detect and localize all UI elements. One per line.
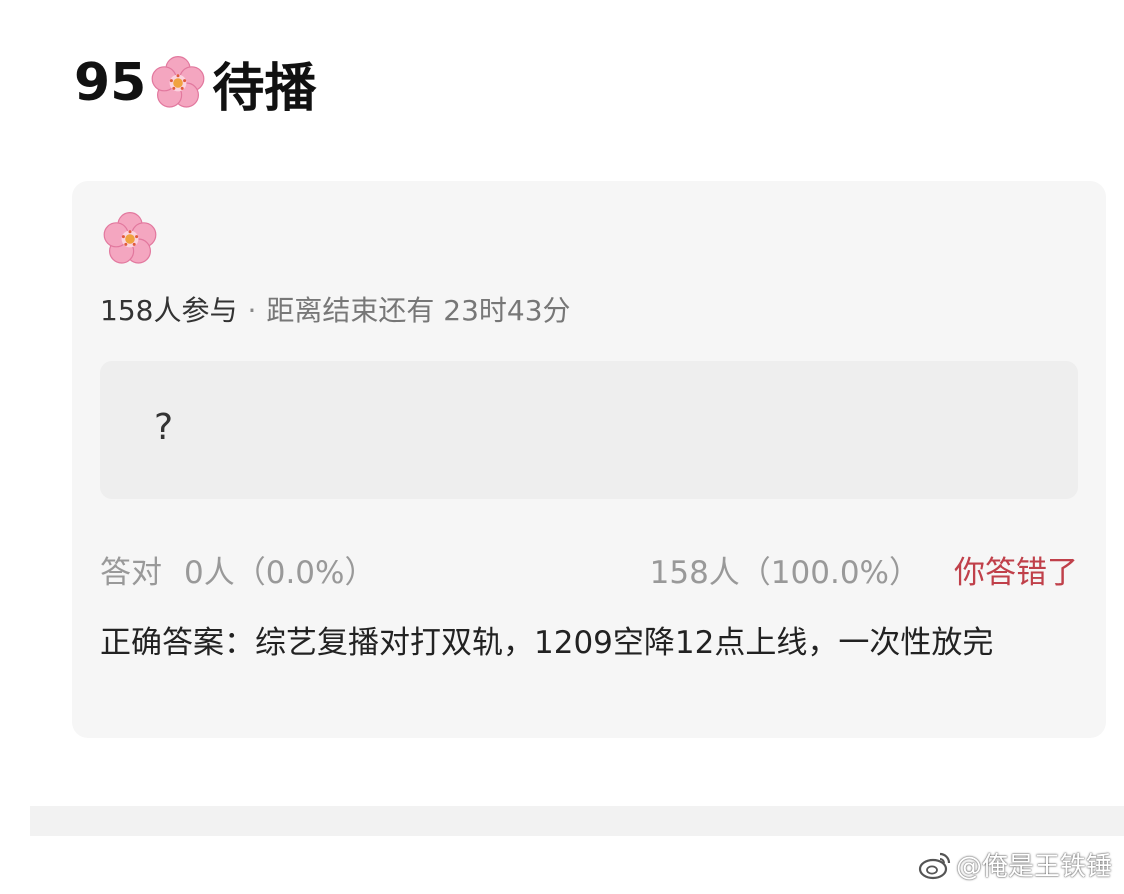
meta-separator: · <box>247 294 257 327</box>
wrong-count: 158人（100.0%） <box>649 555 920 591</box>
wrong-result: 158人（100.0%） 你答错了 <box>650 547 1078 592</box>
weibo-logo-icon <box>918 852 951 879</box>
cherry-blossom-icon <box>151 55 205 108</box>
correct-label: 答对 <box>100 555 162 591</box>
page: 95 待播 158人参与 · 距离结束还有 23时43分 ? 答对 0人（0.0… <box>0 0 1124 894</box>
divider-strip <box>30 806 1124 836</box>
cherry-blossom-icon <box>103 212 157 264</box>
quiz-card[interactable]: 158人参与 · 距离结束还有 23时43分 ? 答对 0人（0.0%） 158人（1… <box>72 181 1106 738</box>
correct-answer: 正确答案：综艺复播对打双轨，1209空降12点上线，一次性放完 <box>100 625 994 661</box>
participant-count: 158人参与 <box>100 294 238 327</box>
watermark-text: @俺是王铁锤 <box>955 852 1112 882</box>
title-suffix: 待播 <box>212 58 317 119</box>
question-option[interactable]: ? <box>100 361 1078 499</box>
result-row: 答对 0人（0.0%） 158人（100.0%） 你答错了 <box>100 547 1078 591</box>
post-title: 95 待播 <box>74 48 317 119</box>
title-prefix: 95 <box>74 53 147 113</box>
watermark: @俺是王铁锤 <box>918 846 1112 883</box>
countdown-text: 距离结束还有 23时43分 <box>266 294 571 327</box>
correct-result: 答对 0人（0.0%） <box>100 547 375 592</box>
question-text: ? <box>154 407 174 448</box>
quiz-meta: 158人参与 · 距离结束还有 23时43分 <box>100 289 571 329</box>
answer-status: 你答错了 <box>954 555 1078 591</box>
correct-count: 0人（0.0%） <box>184 555 376 591</box>
